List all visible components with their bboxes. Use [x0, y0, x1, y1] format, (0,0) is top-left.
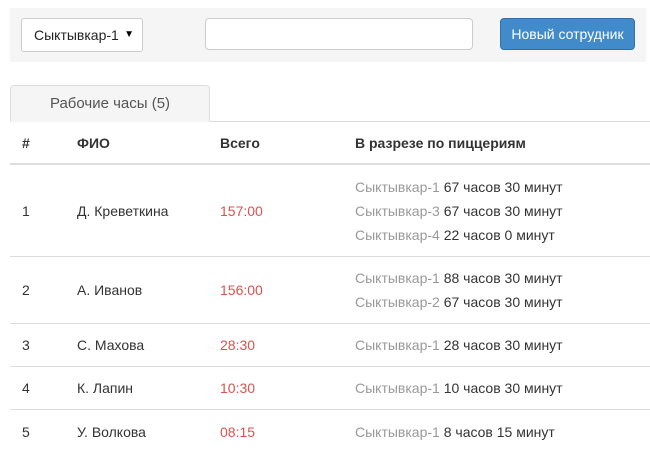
pizzeria-hours-line: Сыктывкар-1 28 часов 30 минут [355, 333, 563, 357]
working-hours-table: # ФИО Всего В разрезе по пиццериям 1 Д. К… [10, 122, 650, 453]
pizzeria-name: Сыктывкар-1 [355, 270, 440, 286]
tabs: Рабочие часы (5) [10, 85, 650, 122]
employee-name: А. Иванов [77, 282, 143, 298]
pizzeria-select-value: Сыктывкар-1 [34, 27, 119, 43]
header-name: ФИО [77, 134, 110, 151]
header-num: # [22, 134, 30, 151]
pizzeria-hours-line: Сыктывкар-1 10 часов 30 минут [355, 376, 563, 400]
pizzeria-hours: 8 часов 15 минут [443, 423, 555, 440]
row-num: 5 [22, 423, 30, 440]
total-hours: 08:15 [220, 423, 256, 440]
caret-down-icon: ▼ [124, 29, 134, 40]
pizzeria-hours: 67 часов 30 минут [443, 294, 563, 310]
pizzeria-hours: 67 часов 30 минут [443, 202, 563, 219]
header-total: Всего [220, 134, 260, 151]
row-num: 4 [22, 380, 30, 396]
pizzeria-split: Сыктывкар-1 8 часов 15 минут [355, 410, 555, 453]
pizzeria-name: Сыктывкар-2 [355, 294, 440, 310]
pizzeria-name: Сыктывкар-1 [355, 380, 440, 396]
table-row: 2 А. Иванов 156:00 Сыктывкар-1 88 часов 30 … [10, 256, 650, 323]
pizzeria-select[interactable]: Сыктывкар-1 ▼ [21, 18, 143, 52]
pizzeria-hours: 67 часов 30 минут [443, 178, 563, 195]
table-header: # ФИО Всего В разрезе по пиццериям [10, 122, 650, 164]
pizzeria-hours: 88 часов 30 минут [443, 270, 563, 286]
table-row: 3 С. Махова 28:30 Сыктывкар-1 28 часов 30 м… [10, 323, 650, 366]
pizzeria-hours-line: Сыктывкар-1 67 часов 30 минут [355, 175, 563, 199]
total-hours: 156:00 [220, 282, 263, 298]
pizzeria-hours: 28 часов 30 минут [443, 337, 563, 353]
total-hours: 157:00 [220, 202, 263, 219]
pizzeria-name: Сыктывкар-1 [355, 178, 440, 195]
search-input[interactable] [205, 18, 473, 50]
toolbar: Сыктывкар-1 ▼ Новый сотрудник [10, 8, 646, 62]
new-employee-button[interactable]: Новый сотрудник [500, 18, 635, 50]
employee-name: С. Махова [77, 337, 145, 353]
pizzeria-name: Сыктывкар-4 [355, 226, 440, 243]
employee-name: К. Лапин [77, 380, 134, 396]
row-num: 3 [22, 337, 30, 353]
row-num: 1 [22, 202, 30, 219]
pizzeria-split: Сыктывкар-1 88 часов 30 минут Сыктывкар-2… [355, 257, 563, 323]
row-num: 2 [22, 282, 30, 298]
pizzeria-split: Сыктывкар-1 28 часов 30 минут [355, 324, 563, 366]
pizzeria-hours-line: Сыктывкар-4 22 часов 0 минут [355, 223, 555, 247]
pizzeria-name: Сыктывкар-1 [355, 337, 440, 353]
table-row: 1 Д. Креветкина 157:00 Сыктывкар-1 67 часов… [10, 164, 650, 256]
pizzeria-hours-line: Сыктывкар-1 88 часов 30 минут [355, 266, 563, 290]
pizzeria-name: Сыктывкар-3 [355, 202, 440, 219]
pizzeria-hours-line: Сыктывкар-3 67 часов 30 минут [355, 199, 563, 223]
employee-name: Д. Креветкина [77, 202, 169, 219]
pizzeria-hours: 10 часов 30 минут [443, 380, 563, 396]
employee-name: У. Волкова [77, 423, 146, 440]
total-hours: 10:30 [220, 380, 256, 396]
pizzeria-hours-line: Сыктывкар-1 8 часов 15 минут [355, 420, 555, 444]
table-row: 5 У. Волкова 08:15 Сыктывкар-1 8 часов 15 м… [10, 409, 650, 453]
pizzeria-split: Сыктывкар-1 67 часов 30 минут Сыктывкар-3… [355, 165, 563, 256]
table-row: 4 К. Лапин 10:30 Сыктывкар-1 10 часов 30 ми… [10, 366, 650, 409]
pizzeria-split: Сыктывкар-1 10 часов 30 минут [355, 367, 563, 409]
total-hours: 28:30 [220, 337, 256, 353]
pizzeria-hours-line: Сыктывкар-2 67 часов 30 минут [355, 290, 563, 314]
header-split: В разрезе по пиццериям [355, 134, 526, 151]
pizzeria-hours: 22 часов 0 минут [443, 226, 555, 243]
table-body: 1 Д. Креветкина 157:00 Сыктывкар-1 67 часов… [10, 164, 650, 453]
pizzeria-name: Сыктывкар-1 [355, 423, 440, 440]
tab-working-hours[interactable]: Рабочие часы (5) [10, 85, 210, 122]
